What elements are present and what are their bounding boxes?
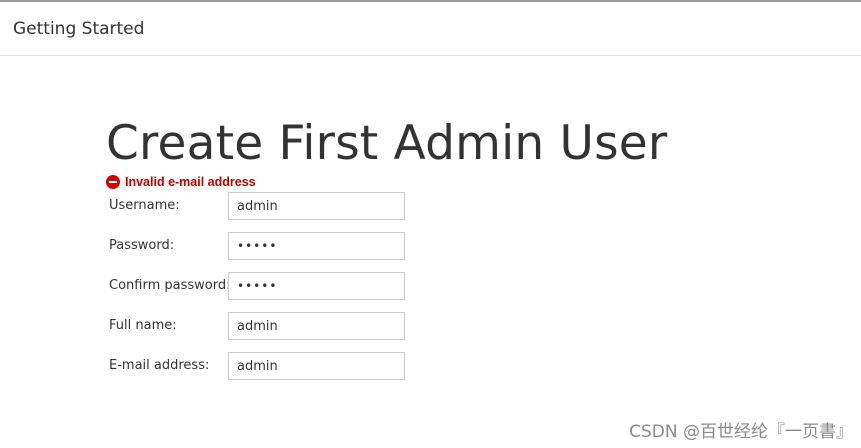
password-input[interactable] [228, 232, 405, 260]
form-row-password: Password: [106, 232, 667, 272]
header-bar: Getting Started [0, 2, 861, 56]
email-label: E-mail address: [109, 358, 210, 373]
error-icon [106, 175, 120, 189]
form-row-full-name: Full name: [106, 312, 667, 352]
confirm-password-label: Confirm password: [109, 278, 231, 293]
full-name-label: Full name: [109, 318, 177, 333]
header-title: Getting Started [13, 18, 145, 39]
page: Getting Started Create First Admin User … [0, 0, 861, 448]
error-message: Invalid e-mail address [106, 174, 667, 190]
form-row-confirm-password: Confirm password: [106, 272, 667, 312]
full-name-input[interactable] [228, 312, 405, 340]
error-text: Invalid e-mail address [125, 175, 256, 189]
admin-user-form: Username: Password: Confirm password: Fu… [106, 192, 667, 392]
watermark-text: CSDN @百世经纶『一页書』 [629, 422, 853, 442]
username-input[interactable] [228, 192, 405, 220]
password-label: Password: [109, 238, 175, 253]
email-input[interactable] [228, 352, 405, 380]
main-content: Create First Admin User Invalid e-mail a… [106, 114, 667, 392]
confirm-password-input[interactable] [228, 272, 405, 300]
page-title: Create First Admin User [106, 116, 668, 171]
form-row-username: Username: [106, 192, 667, 232]
username-label: Username: [109, 198, 180, 213]
form-row-email: E-mail address: [106, 352, 667, 392]
